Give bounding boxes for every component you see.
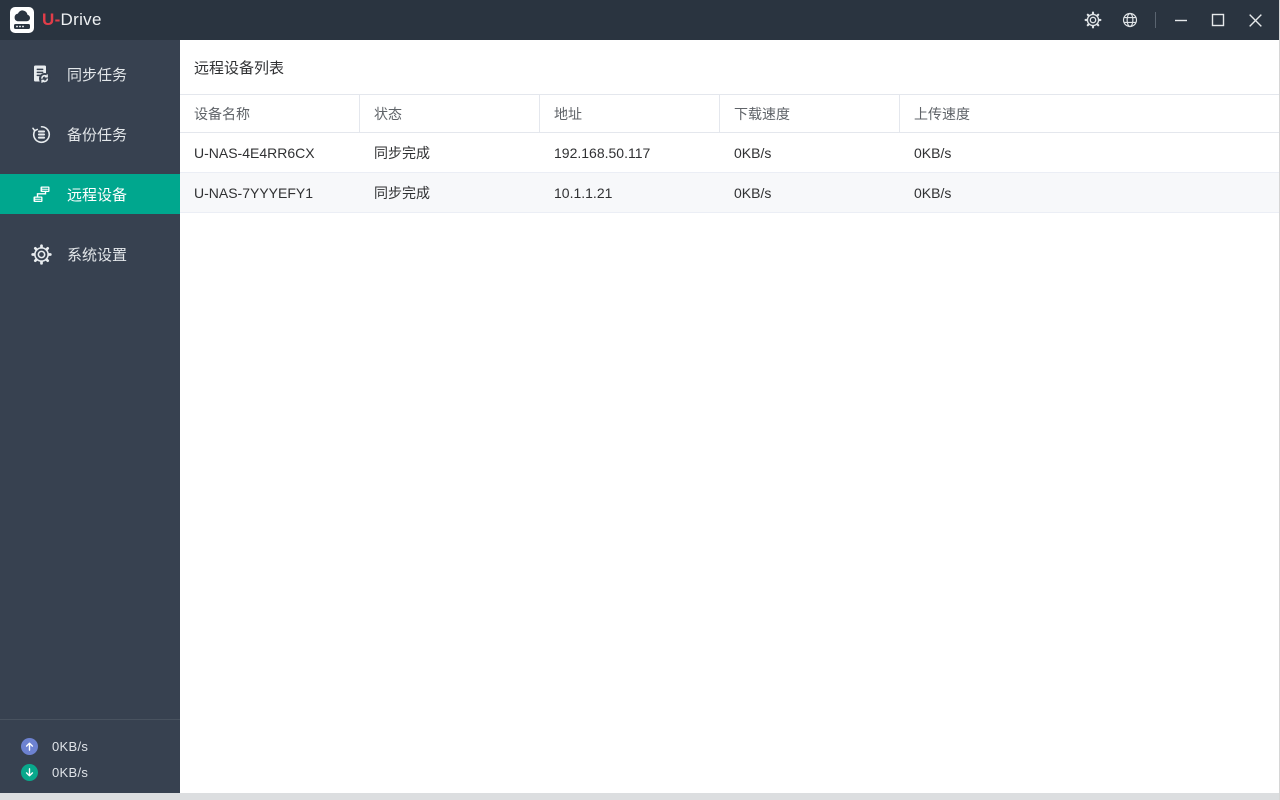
upload-arrow-icon xyxy=(21,737,38,755)
column-header-address: 地址 xyxy=(540,95,720,132)
sidebar-item-remote-devices[interactable]: 远程设备 xyxy=(0,174,180,214)
sidebar-item-label: 同步任务 xyxy=(67,66,128,84)
table-header-row: 设备名称 状态 地址 下载速度 上传速度 xyxy=(180,94,1279,133)
download-speed-cell: 0KB/s xyxy=(734,184,772,201)
upload-speed-cell: 0KB/s xyxy=(914,184,952,201)
device-name-cell: U-NAS-4E4RR6CX xyxy=(194,144,315,161)
language-globe-icon[interactable] xyxy=(1118,8,1142,32)
upload-speed-cell: 0KB/s xyxy=(914,144,952,161)
backup-task-icon xyxy=(30,123,52,145)
brand-prefix: U- xyxy=(42,10,61,29)
app-title: U-Drive xyxy=(42,10,102,30)
nas-cloud-logo-icon xyxy=(10,7,34,33)
table-row[interactable]: U-NAS-7YYYEFY1 同步完成 10.1.1.21 0KB/s 0KB/… xyxy=(180,173,1279,213)
titlebar: U-Drive xyxy=(0,0,1279,40)
sidebar-nav: 同步任务 备份任务 远程设备 系统设置 xyxy=(0,40,180,274)
minimize-button[interactable] xyxy=(1169,8,1193,32)
table-row[interactable]: U-NAS-4E4RR6CX 同步完成 192.168.50.117 0KB/s… xyxy=(180,133,1279,173)
address-cell: 10.1.1.21 xyxy=(554,184,613,201)
device-name-cell: U-NAS-7YYYEFY1 xyxy=(194,184,314,201)
sidebar: 同步任务 备份任务 远程设备 系统设置 0KB/s 0KB/s xyxy=(0,40,180,793)
window-bottom-edge xyxy=(0,793,1279,800)
brand-suffix: Drive xyxy=(60,10,102,29)
column-header-device-name: 设备名称 xyxy=(180,95,360,132)
download-speed-row: 0KB/s xyxy=(0,759,180,785)
sidebar-item-backup-tasks[interactable]: 备份任务 xyxy=(0,114,180,154)
download-speed-cell: 0KB/s xyxy=(734,144,772,161)
download-arrow-icon xyxy=(21,763,38,781)
maximize-button[interactable] xyxy=(1206,8,1230,32)
app-logo: U-Drive xyxy=(10,7,102,33)
status-cell: 同步完成 xyxy=(374,184,430,201)
column-header-upload-speed: 上传速度 xyxy=(914,105,970,122)
app-window: U-Drive 同步任务 备份任务 远程设备 系统设置 0KB/s 0KB/s … xyxy=(0,0,1280,800)
titlebar-divider xyxy=(1155,12,1156,28)
remote-device-icon xyxy=(30,183,52,205)
upload-speed-value: 0KB/s xyxy=(52,738,89,754)
sidebar-item-system-settings[interactable]: 系统设置 xyxy=(0,234,180,274)
main-content: 远程设备列表 设备名称 状态 地址 下载速度 上传速度 U-NAS-4E4RR6… xyxy=(180,40,1279,793)
sync-task-icon xyxy=(30,63,52,85)
page-title: 远程设备列表 xyxy=(194,59,285,77)
upload-speed-row: 0KB/s xyxy=(0,733,180,759)
sidebar-item-label: 备份任务 xyxy=(67,126,128,144)
device-table: 设备名称 状态 地址 下载速度 上传速度 U-NAS-4E4RR6CX 同步完成… xyxy=(180,94,1279,213)
sidebar-item-label: 系统设置 xyxy=(67,246,128,264)
system-settings-icon xyxy=(30,243,52,265)
column-header-status: 状态 xyxy=(360,95,540,132)
sidebar-item-label: 远程设备 xyxy=(67,186,128,204)
settings-gear-icon[interactable] xyxy=(1081,8,1105,32)
column-header-download-speed: 下载速度 xyxy=(720,95,900,132)
status-cell: 同步完成 xyxy=(374,144,430,161)
address-cell: 192.168.50.117 xyxy=(554,144,651,161)
download-speed-value: 0KB/s xyxy=(52,764,89,780)
sidebar-footer: 0KB/s 0KB/s xyxy=(0,719,180,793)
close-button[interactable] xyxy=(1243,8,1267,32)
sidebar-item-sync-tasks[interactable]: 同步任务 xyxy=(0,54,180,94)
